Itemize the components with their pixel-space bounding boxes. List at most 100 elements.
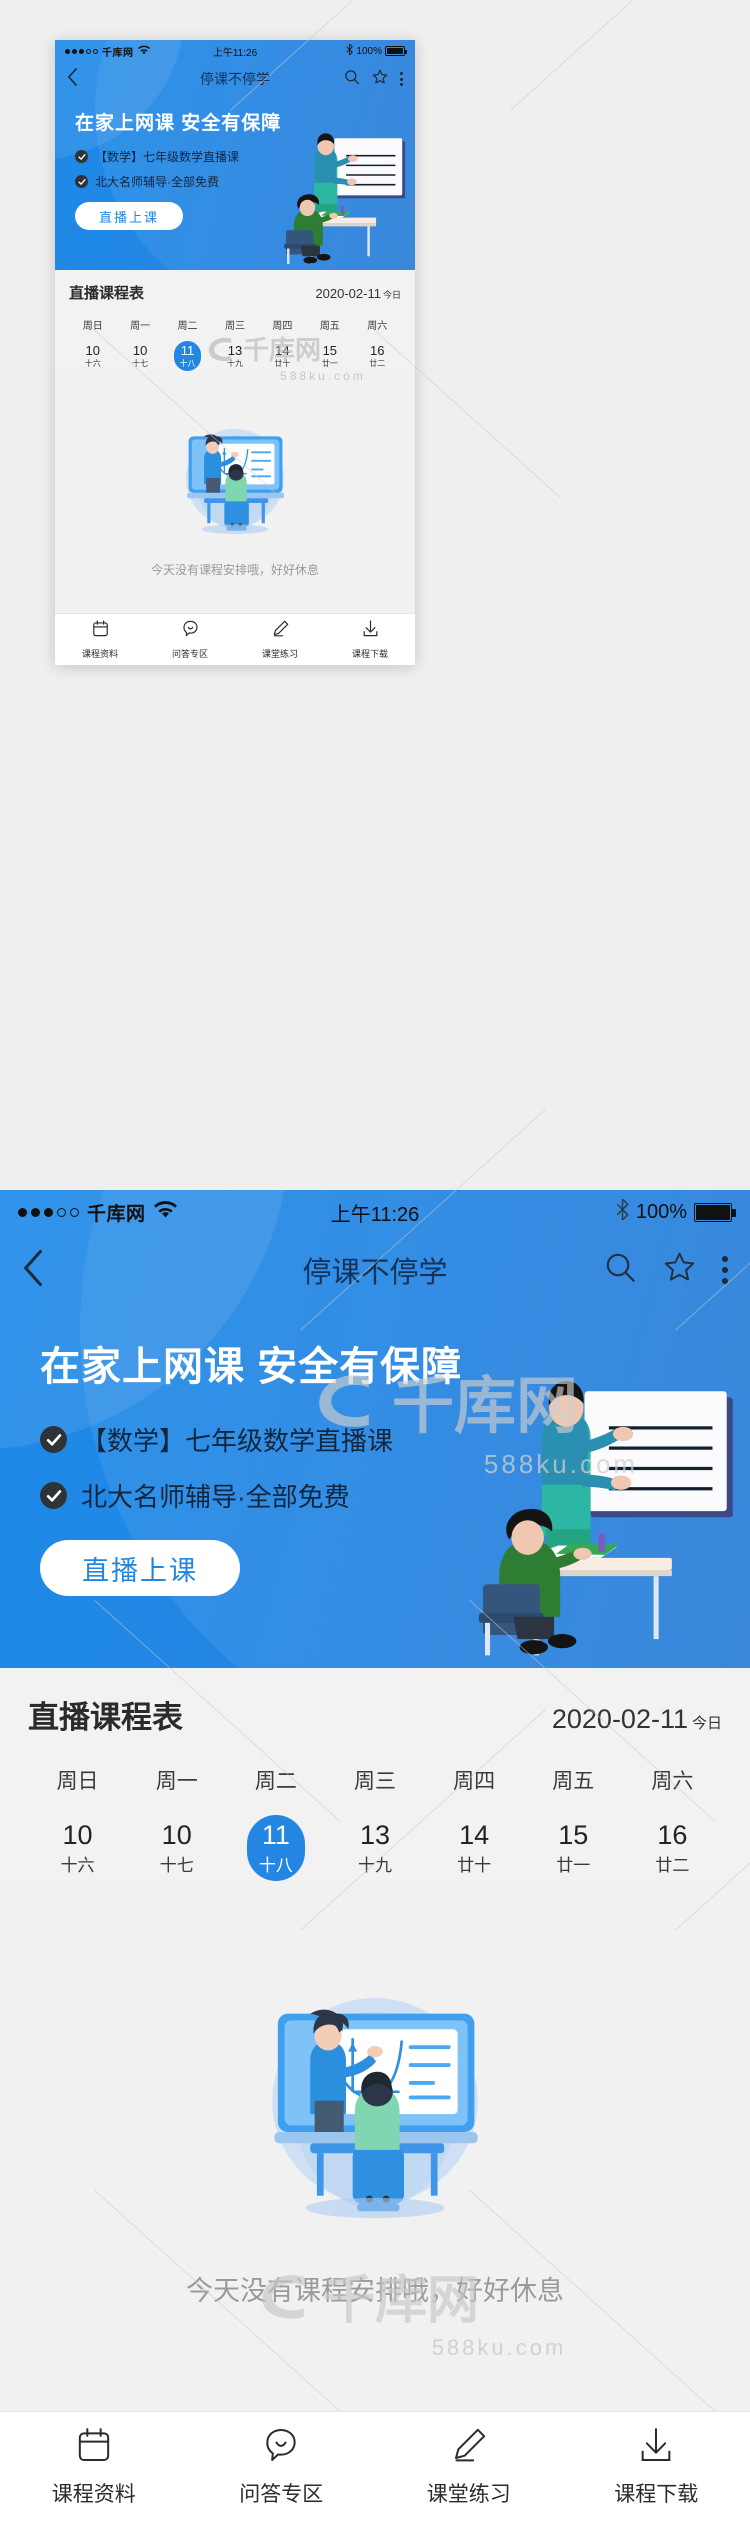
- day-pill: 13 十九: [346, 1815, 404, 1881]
- day-number: 13: [227, 343, 243, 358]
- schedule-header: 直播课程表 2020-02-11 今日: [69, 282, 401, 303]
- day-pill: 11 十八: [246, 1815, 305, 1881]
- day-pill: 13 十九: [221, 341, 248, 371]
- day-number: 10: [161, 1820, 192, 1850]
- page-title: 停课不停学: [302, 1257, 448, 1289]
- pencil-icon: [271, 619, 290, 643]
- day-weekday: 周二: [177, 321, 198, 332]
- hero-bullet: 北大名师辅导·全部免费: [40, 1477, 750, 1514]
- day-cell[interactable]: 周五 15 廿一: [524, 1765, 623, 1881]
- day-number: 14: [275, 343, 290, 358]
- day-weekday: 周四: [272, 321, 293, 332]
- day-number: 11: [261, 1820, 290, 1850]
- day-cell[interactable]: 周三 13 十九: [325, 1765, 424, 1881]
- tab-class-practice[interactable]: 课堂练习: [375, 2412, 563, 2521]
- day-pill: 11 十八: [174, 341, 202, 371]
- empty-state-text: 今天没有课程安排哦，好好休息: [150, 563, 319, 577]
- empty-state-text: 今天没有课程安排哦，好好休息: [186, 2276, 564, 2306]
- day-lunar: 十八: [179, 359, 196, 368]
- day-lunar: 十七: [132, 359, 149, 368]
- day-pill: 10 十七: [127, 341, 154, 371]
- day-number: 13: [359, 1820, 390, 1850]
- tab-qa-zone[interactable]: 问答专区: [188, 2412, 376, 2521]
- day-cell[interactable]: 周三 13 十九: [211, 317, 258, 371]
- day-cell[interactable]: 周日 10 十六: [69, 317, 116, 371]
- status-bar-large: 千库网 上午11:26 100%: [0, 1190, 750, 1234]
- schedule-title: 直播课程表: [69, 285, 145, 302]
- watermark-line: [510, 0, 697, 111]
- day-cell[interactable]: 周一 10 十七: [127, 1765, 226, 1881]
- day-pill: 10 十六: [79, 341, 106, 371]
- day-lunar: 廿二: [655, 1856, 690, 1875]
- schedule-title: 直播课程表: [28, 1700, 183, 1735]
- calendar-icon: [91, 619, 110, 643]
- day-cell[interactable]: 周六 16 廿二: [354, 317, 401, 371]
- day-lunar: 十九: [357, 1856, 392, 1875]
- phone-detail-large: 千库网 上午11:26 100% 停课不停学 在家上网课 安全有保障 【数学】七…: [0, 1190, 750, 2521]
- tab-course-materials[interactable]: 课程资料: [55, 614, 145, 665]
- hero-bullet-label: 北大名师辅导·全部免费: [95, 175, 219, 189]
- phone-preview-small: 千库网 上午11:26 100% 停课不停学 在家上网课 安全有保障 【数学】七…: [55, 40, 415, 665]
- day-lunar: 廿二: [369, 359, 386, 368]
- schedule-section-large: 直播课程表 2020-02-11 今日 周日 10 十六 周一 10 十七 周二…: [0, 1668, 750, 1881]
- status-bar-small: 千库网 上午11:26 100%: [55, 40, 415, 62]
- day-number: 15: [322, 343, 338, 358]
- live-class-button[interactable]: 直播上课: [40, 1540, 240, 1596]
- nav-bar-small: 停课不停学: [55, 62, 415, 96]
- watermark-url: 588ku.com: [280, 369, 366, 383]
- hero-title: 在家上网课 安全有保障: [40, 1345, 463, 1389]
- check-icon: [75, 150, 88, 163]
- day-cell[interactable]: 周四 14 廿十: [425, 1765, 524, 1881]
- day-weekday: 周一: [130, 321, 151, 332]
- tab-label: 课程下载: [351, 649, 388, 659]
- schedule-today-label: 今日: [382, 290, 401, 300]
- download-icon: [361, 619, 380, 643]
- hero-bullet-label: 北大名师辅导·全部免费: [81, 1482, 350, 1512]
- day-pill: 16 廿二: [643, 1815, 701, 1881]
- tab-label: 问答专区: [171, 649, 208, 659]
- day-number: 10: [62, 1820, 93, 1850]
- day-number: 10: [85, 343, 100, 358]
- hero-bullet-label: 【数学】七年级数学直播课: [81, 1426, 394, 1456]
- tab-label: 课程资料: [51, 2483, 136, 2506]
- day-cell[interactable]: 周一 10 十七: [116, 317, 163, 371]
- hero-bullet: 【数学】七年级数学直播课: [40, 1421, 750, 1458]
- day-cell[interactable]: 周日 10 十六: [28, 1765, 127, 1881]
- download-icon: [636, 2425, 676, 2470]
- day-cell[interactable]: 周六 16 廿二: [623, 1765, 722, 1881]
- schedule-date: 2020-02-11: [551, 1704, 688, 1734]
- hero-bullet: 【数学】七年级数学直播课: [75, 148, 415, 165]
- day-weekday: 周二: [254, 1770, 297, 1793]
- tab-course-download[interactable]: 课程下载: [325, 614, 415, 665]
- tab-class-practice[interactable]: 课堂练习: [235, 614, 325, 665]
- tab-course-materials[interactable]: 课程资料: [0, 2412, 188, 2521]
- day-number: 11: [180, 343, 195, 358]
- battery-icon: [385, 46, 407, 56]
- tab-course-download[interactable]: 课程下载: [563, 2412, 750, 2521]
- schedule-today-label: 今日: [691, 1715, 722, 1732]
- hero-copy-large: 在家上网课 安全有保障 【数学】七年级数学直播课 北大名师辅导·全部免费 直播上…: [0, 1306, 750, 1596]
- day-weekday: 周三: [224, 321, 245, 332]
- day-number: 14: [459, 1820, 490, 1850]
- tab-qa-zone[interactable]: 问答专区: [145, 614, 235, 665]
- pencil-icon: [449, 2425, 489, 2470]
- day-pill: 14 廿十: [269, 341, 296, 371]
- hero-banner-large: 千库网 上午11:26 100% 停课不停学 在家上网课 安全有保障 【数学】七…: [0, 1190, 750, 1668]
- day-pill: 10 十六: [49, 1815, 107, 1881]
- day-cell[interactable]: 周四 14 廿十: [259, 317, 306, 371]
- tab-bar-small: 课程资料 问答专区 课堂练习 课程下载: [55, 613, 415, 665]
- empty-illustration: [241, 1969, 509, 2237]
- live-class-button[interactable]: 直播上课: [75, 202, 183, 230]
- schedule-header: 直播课程表 2020-02-11 今日: [28, 1692, 722, 1737]
- tab-bar-large: 课程资料 问答专区 课堂练习 课程下载: [0, 2411, 750, 2521]
- week-strip: 周日 10 十六 周一 10 十七 周二 11 十八 周三 13 十九 周四 1…: [69, 317, 401, 371]
- chat-smile-icon: [261, 2425, 301, 2470]
- day-cell[interactable]: 周五 15 廿一: [306, 317, 353, 371]
- check-icon: [40, 1426, 67, 1453]
- day-number: 16: [370, 343, 385, 358]
- day-weekday: 周一: [155, 1770, 198, 1793]
- day-cell-active[interactable]: 周二 11 十八: [164, 317, 211, 371]
- hero-banner-small: 千库网 上午11:26 100% 停课不停学 在家上网课 安全有保障 【数学】七…: [55, 40, 415, 270]
- day-cell-active[interactable]: 周二 11 十八: [226, 1765, 325, 1881]
- nav-bar-large: 停课不停学: [0, 1234, 750, 1306]
